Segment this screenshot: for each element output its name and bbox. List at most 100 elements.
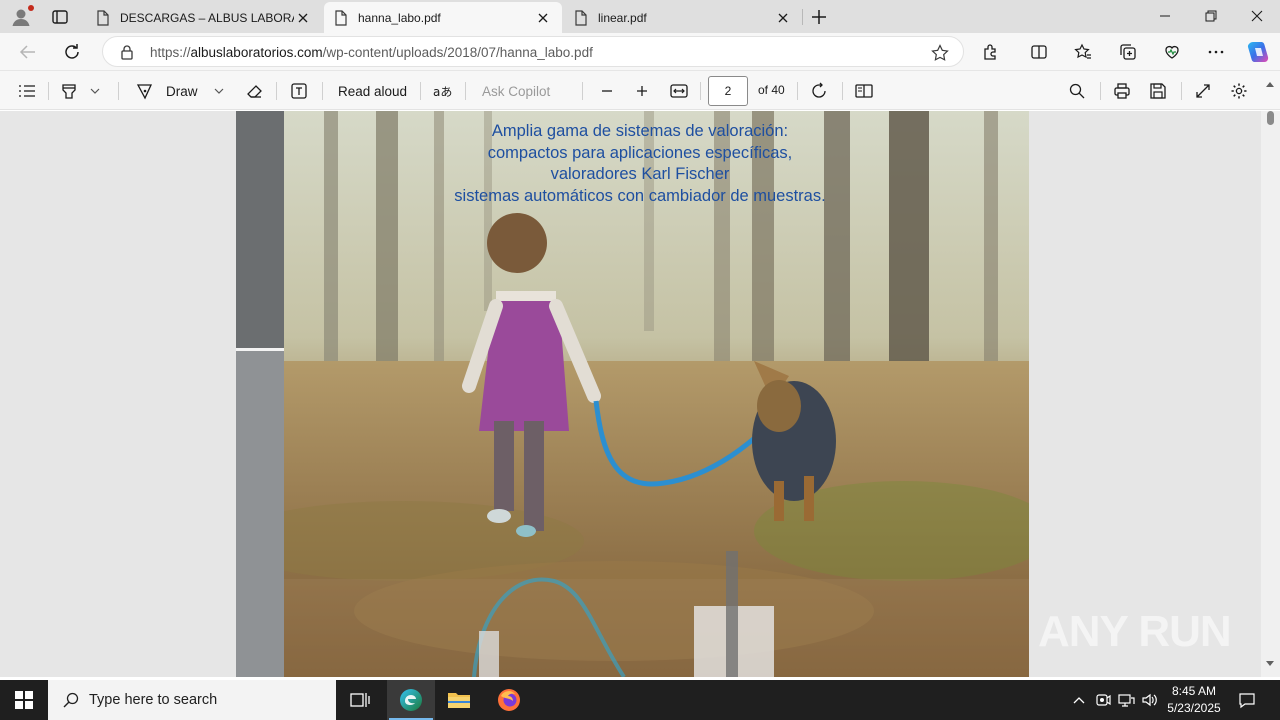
zoom-in-icon[interactable] — [632, 80, 652, 102]
search-icon[interactable] — [1066, 80, 1088, 102]
toolbar-separator — [842, 82, 843, 100]
toolbar-separator — [700, 82, 701, 100]
page-view-icon[interactable] — [853, 80, 875, 102]
tab-title: DESCARGAS – ALBUS LABORATORIOS — [120, 10, 294, 25]
clock-time: 8:45 AM — [1171, 684, 1217, 698]
tab-title: linear.pdf — [598, 10, 647, 25]
new-tab-icon[interactable] — [808, 6, 830, 28]
document-icon — [96, 9, 110, 26]
highlight-icon[interactable] — [58, 80, 80, 102]
contents-icon[interactable] — [16, 80, 38, 102]
minimize-icon[interactable] — [1142, 0, 1188, 32]
taskbar-search-box[interactable]: Type here to search — [48, 680, 336, 720]
scroll-down-arrow-icon[interactable] — [1264, 658, 1276, 668]
tab-linear[interactable]: linear.pdf — [564, 2, 802, 33]
caption-line: valoradores Karl Fischer — [550, 165, 730, 183]
firefox-icon[interactable] — [485, 680, 533, 720]
eraser-icon[interactable] — [243, 80, 265, 102]
network-icon[interactable] — [1116, 690, 1136, 710]
tab-separator — [802, 9, 803, 25]
edge-taskbar-icon[interactable] — [387, 680, 435, 720]
read-aloud-button[interactable]: Read aloud — [338, 80, 407, 102]
chevron-up-icon[interactable] — [1069, 690, 1089, 710]
print-icon[interactable] — [1111, 80, 1133, 102]
close-icon[interactable] — [294, 9, 312, 27]
pdf-viewer[interactable]: Amplia gama de sistemas de valoración: c… — [0, 111, 1280, 677]
document-icon — [334, 9, 348, 26]
profile-icon[interactable] — [10, 5, 34, 28]
fit-width-icon[interactable] — [668, 80, 690, 102]
close-icon[interactable] — [774, 9, 792, 27]
meet-now-icon[interactable] — [1093, 690, 1113, 710]
toolbar-separator — [797, 82, 798, 100]
split-screen-icon[interactable] — [1027, 40, 1051, 64]
tab-descargas[interactable]: DESCARGAS – ALBUS LABORATORIOS — [86, 2, 322, 33]
lock-icon[interactable] — [119, 44, 135, 60]
pdf-page: Amplia gama de sistemas de valoración: c… — [236, 111, 1029, 677]
extensions-icon[interactable] — [979, 40, 1003, 64]
page-caption: Amplia gama de sistemas de valoración: c… — [284, 121, 996, 207]
scrollbar-thumb[interactable] — [1267, 111, 1274, 125]
tab-title: hanna_labo.pdf — [358, 10, 441, 25]
caption-line: Amplia gama de sistemas de valoración: — [491, 122, 789, 140]
refresh-icon[interactable] — [60, 40, 84, 64]
toolbar-separator — [465, 82, 466, 100]
scroll-up-arrow-icon[interactable] — [1264, 79, 1276, 89]
toolbar-separator — [1181, 82, 1182, 100]
rotate-icon[interactable] — [808, 80, 830, 102]
toolbar-separator — [322, 82, 323, 100]
svg-text:aあ: aあ — [433, 85, 452, 99]
copilot-icon[interactable] — [1245, 39, 1271, 65]
favorite-star-icon[interactable] — [931, 44, 949, 62]
toolbar-separator — [118, 82, 119, 100]
chevron-down-icon[interactable] — [212, 80, 226, 102]
favorites-icon[interactable] — [1071, 40, 1095, 64]
back-icon[interactable] — [16, 40, 40, 64]
browser-essentials-icon[interactable] — [1160, 40, 1184, 64]
caption-line: sistemas automáticos con cambiador de mu… — [454, 186, 826, 205]
toolbar-separator — [276, 82, 277, 100]
collections-icon[interactable] — [1116, 40, 1140, 64]
watermark: ANY RUN — [1038, 607, 1232, 656]
more-options-icon[interactable] — [1204, 40, 1228, 64]
ask-copilot-label: Ask Copilot — [482, 83, 551, 99]
draw-button[interactable]: Draw — [136, 80, 198, 102]
translate-icon[interactable]: aあ — [432, 80, 454, 102]
notification-dot — [28, 5, 34, 11]
windows-start-icon[interactable] — [0, 680, 48, 720]
pdf-toolbar: Draw Read aloud aあ Ask Copilot 2 of 40 — [0, 70, 1280, 110]
tab-hanna-labo[interactable]: hanna_labo.pdf — [324, 2, 562, 33]
zoom-out-icon[interactable] — [597, 80, 617, 102]
vertical-scrollbar[interactable] — [1261, 111, 1280, 677]
settings-gear-icon[interactable] — [1228, 80, 1250, 102]
clock-date: 5/23/2025 — [1167, 701, 1221, 715]
file-explorer-icon[interactable] — [435, 680, 483, 720]
notifications-icon[interactable] — [1236, 689, 1258, 711]
address-bar[interactable]: https://albuslaboratorios.com/wp-content… — [102, 36, 964, 67]
page-number-input[interactable]: 2 — [708, 76, 748, 106]
close-icon[interactable] — [534, 9, 552, 27]
system-clock[interactable]: 8:45 AM 5/23/2025 — [1162, 683, 1226, 717]
task-view-icon[interactable] — [336, 680, 384, 720]
tab-actions-icon[interactable] — [50, 7, 70, 27]
caption-line: compactos para aplicaciones específicas, — [487, 143, 793, 162]
close-window-icon[interactable] — [1234, 0, 1280, 32]
url-text: https://albuslaboratorios.com/wp-content… — [150, 45, 593, 60]
page-count: of 40 — [758, 83, 785, 97]
page-margin-band — [236, 351, 284, 677]
save-icon[interactable] — [1147, 80, 1169, 102]
toolbar-separator — [420, 82, 421, 100]
tab-strip: DESCARGAS – ALBUS LABORATORIOS hanna_lab… — [0, 0, 1280, 33]
ask-copilot-button[interactable]: Ask Copilot — [482, 80, 550, 102]
taskbar: Type here to search 8:45 AM 5/23/2025 — [0, 680, 1280, 720]
chevron-down-icon[interactable] — [88, 80, 102, 102]
toolbar-separator — [48, 82, 49, 100]
search-placeholder: Type here to search — [89, 692, 218, 708]
toolbar-separator — [1100, 82, 1101, 100]
volume-icon[interactable] — [1140, 690, 1160, 710]
draw-icon — [136, 82, 154, 100]
page-margin-band — [236, 111, 284, 348]
restore-icon[interactable] — [1188, 0, 1234, 32]
add-text-icon[interactable] — [288, 80, 310, 102]
fullscreen-icon[interactable] — [1192, 80, 1214, 102]
